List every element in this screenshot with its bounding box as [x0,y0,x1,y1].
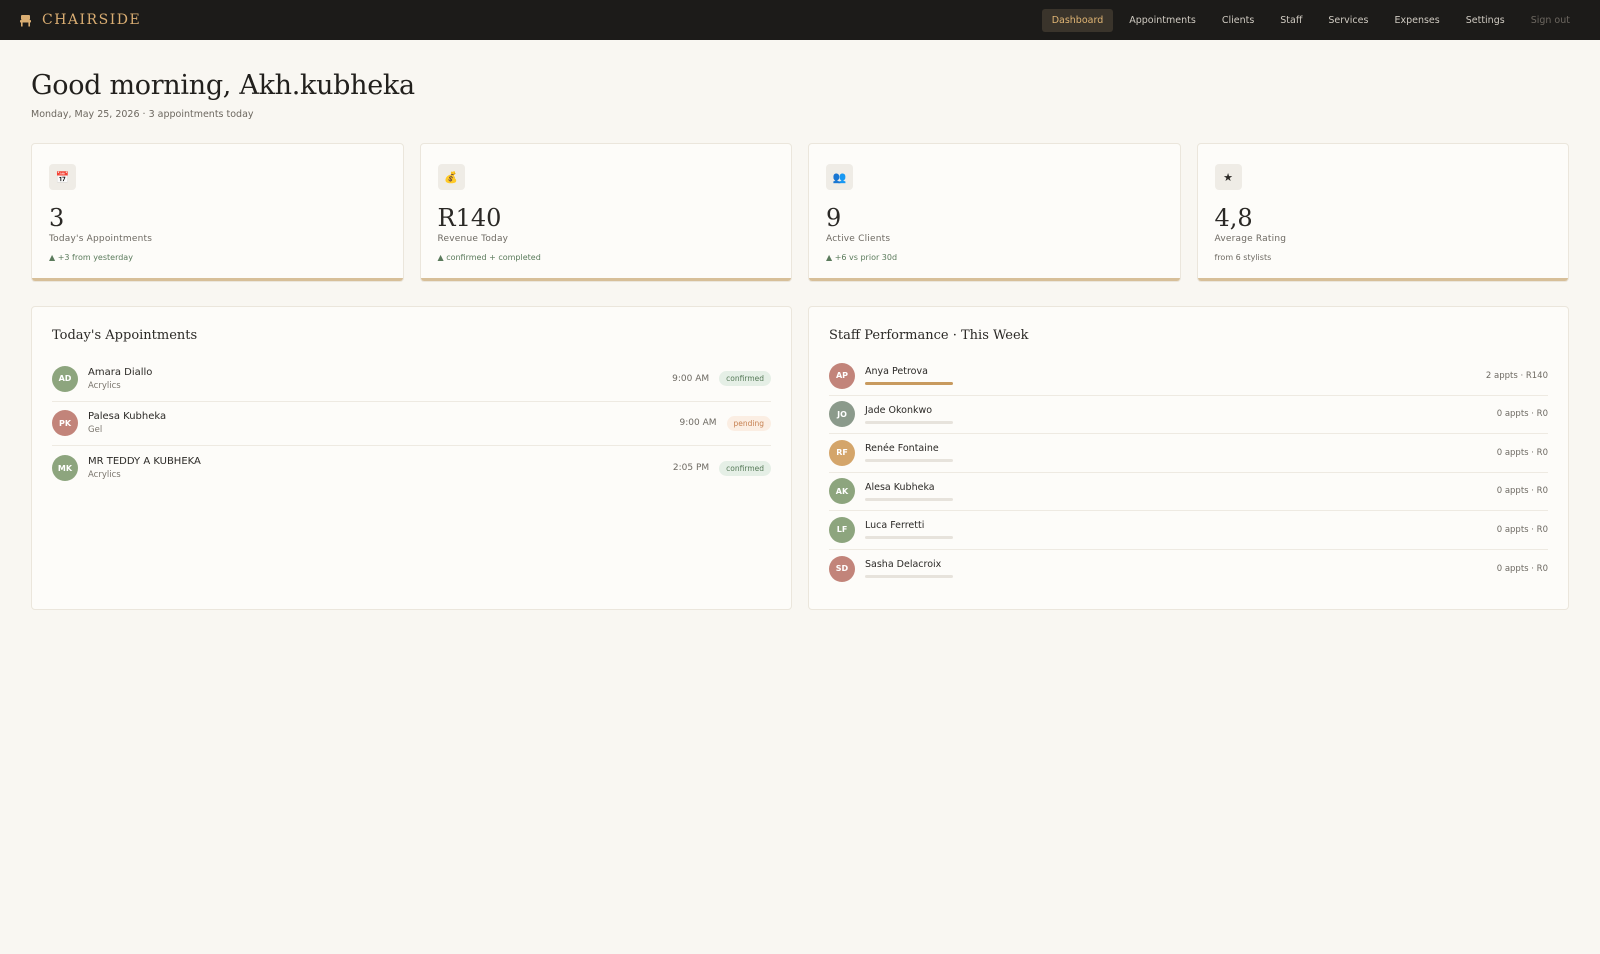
client-name: Amara Diallo [88,366,153,378]
avatar: PK [52,410,78,437]
service-name: Gel [88,425,103,436]
staff-row[interactable]: SD Sasha Delacroix 0 appts · R0 [829,550,1548,589]
performance-bar [865,382,953,386]
stat-card-clients: 👥 9 Active Clients ▲ +6 vs prior 30d [808,143,1181,282]
nav-expenses[interactable]: Expenses [1384,9,1449,32]
performance-bar [865,536,953,540]
client-name: MR TEDDY A KUBHEKA [88,456,201,468]
staff-row[interactable]: AK Alesa Kubheka 0 appts · R0 [829,473,1548,511]
chair-icon [18,13,32,27]
panels-row: Today's Appointments AD Amara Diallo Acr… [31,306,1569,610]
staff-stat: 2 appts · R140 [1485,370,1548,381]
staff-performance-panel: Staff Performance · This Week AP Anya Pe… [808,306,1569,610]
performance-bar-fill [865,382,953,386]
stat-value: 4,8 [1214,204,1253,232]
staff-row[interactable]: LF Luca Ferretti 0 appts · R0 [829,511,1548,550]
status-badge: confirmed [719,371,771,387]
avatar: MK [52,455,78,482]
staff-stat: 0 appts · R0 [1496,447,1548,458]
status-badge: pending [726,415,771,431]
stat-label: Average Rating [1214,234,1287,244]
stat-note: ▲ confirmed + completed [437,253,541,262]
client-name: Palesa Kubheka [88,411,167,423]
stat-label: Revenue Today [437,234,509,244]
page-title: Good morning, Akh.kubheka [31,70,415,101]
staff-name: Jade Okonkwo [865,404,933,416]
appointments-panel: Today's Appointments AD Amara Diallo Acr… [31,306,792,610]
staff-stat: 0 appts · R0 [1496,524,1548,535]
staff-stat: 0 appts · R0 [1496,409,1548,420]
top-navbar: CHAIRSIDE Dashboard Appointments Clients… [0,0,1600,40]
appointments-list: AD Amara Diallo Acrylics 9:00 AM confirm… [52,357,771,491]
stat-note: ▲ +6 vs prior 30d [826,253,898,262]
main-nav: Dashboard Appointments Clients Staff Ser… [1041,8,1580,32]
users-icon: 👥 [826,164,853,190]
dashboard-main: Good morning, Akh.kubheka Monday, May 25… [0,40,1600,610]
staff-stat: 0 appts · R0 [1496,486,1548,497]
money-bag-icon: 💰 [437,164,465,190]
avatar: AD [52,365,78,392]
stat-label: Today's Appointments [49,234,153,244]
performance-bar [865,459,953,463]
stats-row: 📅 3 Today's Appointments ▲ +3 from yeste… [31,143,1569,282]
avatar: AP [829,362,855,389]
staff-row[interactable]: AP Anya Petrova 2 appts · R140 [829,357,1548,396]
appointment-row[interactable]: MK MR TEDDY A KUBHEKA Acrylics 2:05 PM c… [52,446,771,491]
nav-staff[interactable]: Staff [1270,9,1312,32]
stat-value: 9 [826,204,842,232]
calendar-icon: 📅 [49,164,76,190]
stat-note: ▲ +3 from yesterday [49,253,133,262]
avatar: RF [829,439,855,466]
appointment-row[interactable]: PK Palesa Kubheka Gel 9:00 AM pending [52,402,771,446]
brand[interactable]: CHAIRSIDE [18,12,141,28]
staff-stat: 0 appts · R0 [1496,563,1548,574]
appointment-time: 9:00 AM [672,373,710,384]
stat-note: from 6 stylists [1214,253,1272,262]
status-badge: confirmed [719,460,771,476]
stat-value: 3 [49,204,65,232]
performance-bar [865,497,953,501]
stat-label: Active Clients [826,234,891,244]
staff-name: Alesa Kubheka [865,481,935,493]
date-subline: Monday, May 25, 2026 · 3 appointments to… [31,109,254,120]
stat-card-rating: ★ 4,8 Average Rating from 6 stylists [1196,143,1569,282]
panel-title: Staff Performance · This Week [829,328,1029,343]
service-name: Acrylics [88,470,121,481]
staff-name: Anya Petrova [865,366,928,378]
stat-value: R140 [437,204,502,232]
performance-bar [865,575,953,579]
staff-name: Renée Fontaine [865,443,939,455]
brand-name: CHAIRSIDE [42,12,142,28]
sign-out-link[interactable]: Sign out [1521,9,1580,32]
stat-card-appointments: 📅 3 Today's Appointments ▲ +3 from yeste… [31,143,404,282]
performance-bar [865,420,953,424]
avatar: LF [829,516,855,543]
stat-card-revenue: 💰 R140 Revenue Today ▲ confirmed + compl… [419,143,792,282]
staff-row[interactable]: JO Jade Okonkwo 0 appts · R0 [829,396,1548,434]
nav-dashboard[interactable]: Dashboard [1041,8,1114,32]
appointment-row[interactable]: AD Amara Diallo Acrylics 9:00 AM confirm… [52,357,771,402]
nav-appointments[interactable]: Appointments [1119,9,1206,32]
staff-name: Sasha Delacroix [865,559,942,571]
appointment-time: 2:05 PM [672,463,710,474]
nav-clients[interactable]: Clients [1212,9,1264,32]
avatar: AK [829,478,855,505]
nav-services[interactable]: Services [1318,9,1378,32]
panel-title: Today's Appointments [52,328,198,343]
appointment-time: 9:00 AM [679,418,717,429]
staff-list: AP Anya Petrova 2 appts · R140 JO Jade O… [829,357,1548,588]
nav-settings[interactable]: Settings [1456,9,1515,32]
avatar: JO [829,401,855,428]
staff-row[interactable]: RF Renée Fontaine 0 appts · R0 [829,434,1548,473]
staff-name: Luca Ferretti [865,520,925,532]
service-name: Acrylics [88,380,121,391]
avatar: SD [829,555,855,582]
star-icon: ★ [1214,164,1242,190]
